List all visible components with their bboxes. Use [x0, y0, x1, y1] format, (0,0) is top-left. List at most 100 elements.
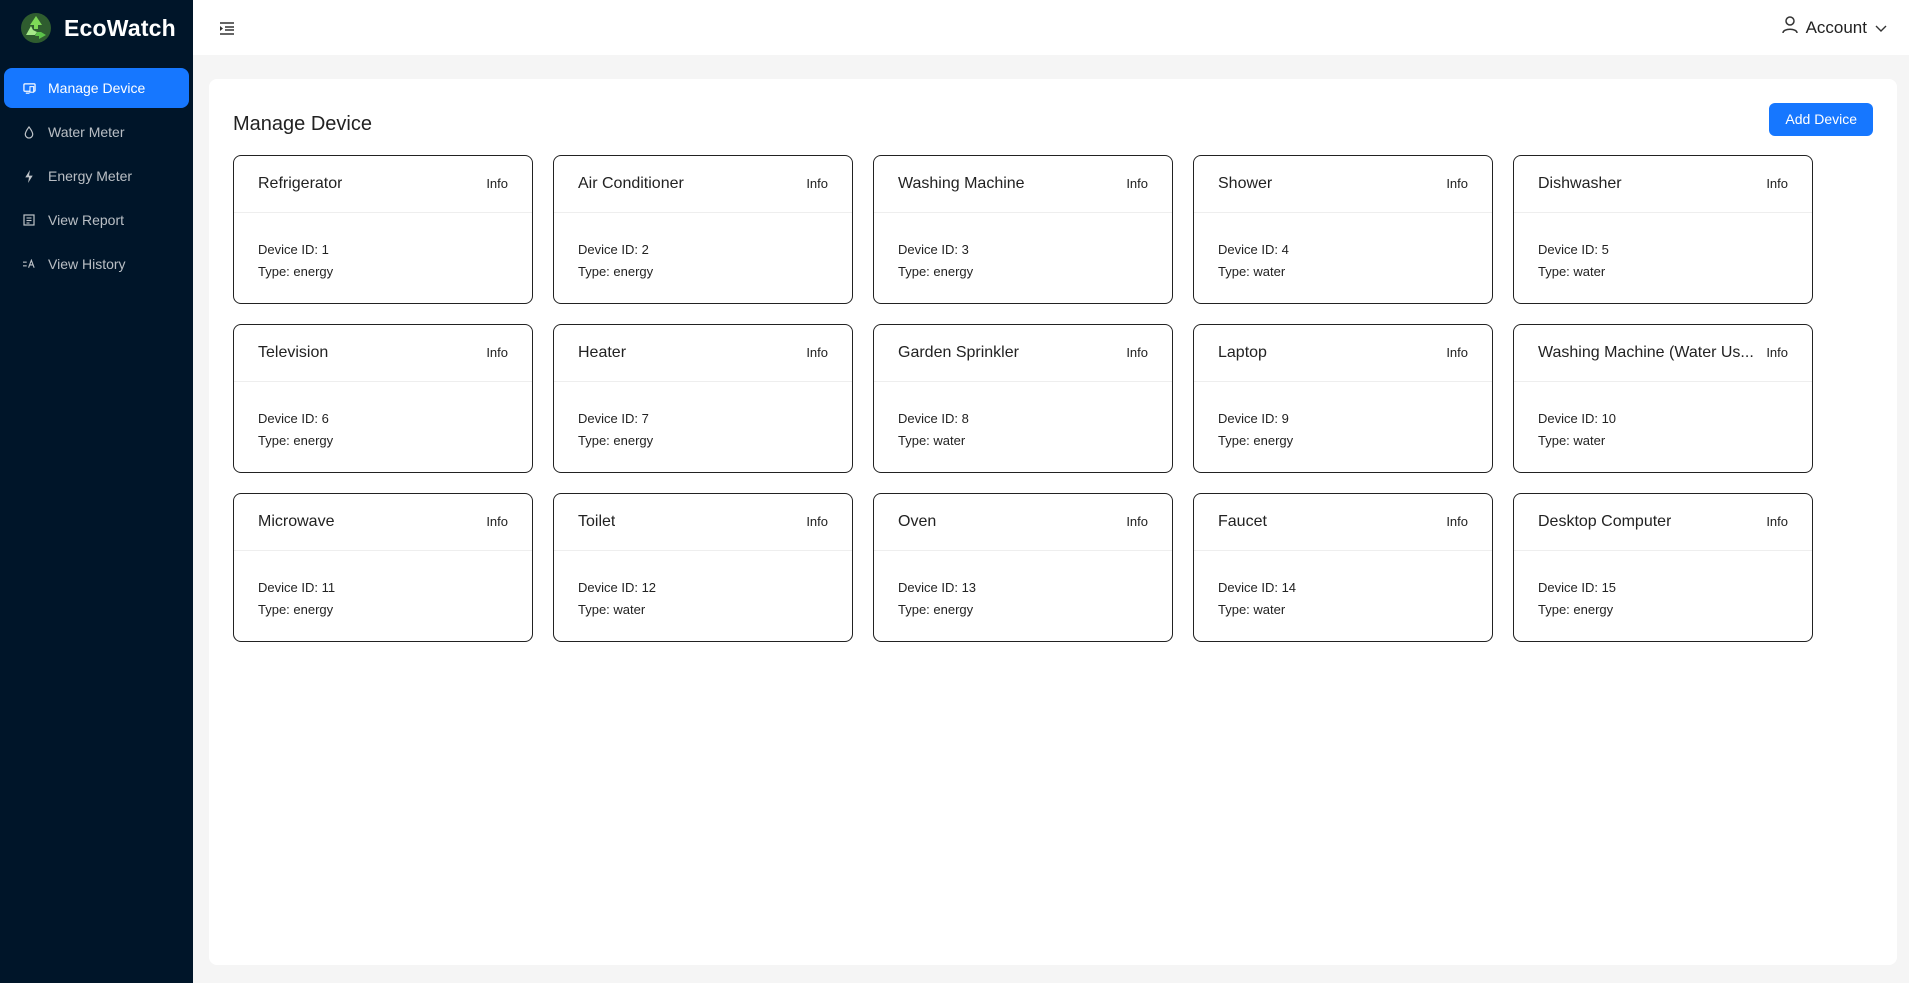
device-type: Type: energy: [898, 602, 974, 617]
card-header: Oven Info: [874, 494, 1172, 551]
device-type: Type: energy: [898, 264, 974, 279]
device-name: Washing Machine (Water Us...: [1538, 344, 1754, 361]
info-link[interactable]: Info: [486, 514, 508, 529]
sidebar-item-water-meter[interactable]: Water Meter: [4, 112, 189, 152]
device-id: Device ID: 13: [898, 580, 977, 595]
device-id: Device ID: 1: [258, 242, 329, 257]
brand[interactable]: EcoWatch: [0, 0, 193, 56]
device-card[interactable]: Microwave Info Device ID: 11 Type: energy: [233, 493, 533, 642]
water-drop-icon: [22, 125, 36, 139]
info-link[interactable]: Info: [1126, 176, 1148, 191]
card-header: Television Info: [234, 325, 532, 382]
device-card[interactable]: Washing Machine (Water Us... Info Device I…: [1513, 324, 1813, 473]
card-body: Device ID: 5 Type: water: [1514, 213, 1812, 283]
card-body: Device ID: 8 Type: water: [874, 382, 1172, 452]
card-body: Device ID: 1 Type: energy: [234, 213, 532, 283]
device-card[interactable]: Shower Info Device ID: 4 Type: water: [1193, 155, 1493, 304]
info-link[interactable]: Info: [1766, 514, 1788, 529]
device-name: Faucet: [1218, 513, 1267, 530]
add-device-button[interactable]: Add Device: [1769, 102, 1873, 136]
card-header: Air Conditioner Info: [554, 156, 852, 213]
menu-fold-icon[interactable]: [217, 18, 237, 38]
device-name: Air Conditioner: [578, 175, 684, 192]
card-body: Device ID: 7 Type: energy: [554, 382, 852, 452]
device-card[interactable]: Air Conditioner Info Device ID: 2 Type: ene…: [553, 155, 853, 304]
card-body: Device ID: 2 Type: energy: [554, 213, 852, 283]
card-body: Device ID: 4 Type: water: [1194, 213, 1492, 283]
sidebar-item-label: Energy Meter: [48, 168, 133, 184]
device-card[interactable]: Toilet Info Device ID: 12 Type: water: [553, 493, 853, 642]
page-title: Manage Device: [233, 112, 372, 135]
main-area: Account Manage Device Add Device Refrige…: [193, 0, 1909, 983]
device-id: Device ID: 14: [1218, 580, 1297, 595]
device-name: Dishwasher: [1538, 175, 1622, 192]
sidebar-item-view-history[interactable]: View History: [4, 244, 189, 284]
device-card[interactable]: Television Info Device ID: 6 Type: energy: [233, 324, 533, 473]
device-card[interactable]: Heater Info Device ID: 7 Type: energy: [553, 324, 853, 473]
info-link[interactable]: Info: [486, 345, 508, 360]
card-body: Device ID: 15 Type: energy: [1514, 551, 1812, 621]
card-body: Device ID: 6 Type: energy: [234, 382, 532, 452]
account-menu[interactable]: Account: [1781, 16, 1887, 39]
device-id: Device ID: 5: [1538, 242, 1609, 257]
device-card[interactable]: Oven Info Device ID: 13 Type: energy: [873, 493, 1173, 642]
device-type: Type: energy: [258, 433, 334, 448]
info-link[interactable]: Info: [1446, 176, 1468, 191]
device-id: Device ID: 10: [1538, 411, 1617, 426]
content-header: Manage Device Add Device: [233, 101, 1873, 137]
card-header: Refrigerator Info: [234, 156, 532, 213]
content-panel: Manage Device Add Device Refrigerator Inf…: [209, 79, 1897, 965]
device-id: Device ID: 4: [1218, 242, 1289, 257]
info-link[interactable]: Info: [1446, 345, 1468, 360]
device-id: Device ID: 6: [258, 411, 329, 426]
device-id: Device ID: 8: [898, 411, 969, 426]
device-type: Type: water: [1218, 264, 1286, 279]
card-body: Device ID: 12 Type: water: [554, 551, 852, 621]
device-name: Microwave: [258, 513, 335, 530]
sidebar-item-label: View Report: [48, 212, 125, 228]
info-link[interactable]: Info: [1126, 345, 1148, 360]
card-body: Device ID: 9 Type: energy: [1194, 382, 1492, 452]
device-card[interactable]: Desktop Computer Info Device ID: 15 Type: e…: [1513, 493, 1813, 642]
device-type: Type: energy: [1538, 602, 1614, 617]
device-card[interactable]: Laptop Info Device ID: 9 Type: energy: [1193, 324, 1493, 473]
device-card[interactable]: Refrigerator Info Device ID: 1 Type: energy: [233, 155, 533, 304]
device-card[interactable]: Garden Sprinkler Info Device ID: 8 Type: wa…: [873, 324, 1173, 473]
sidebar-menu: Manage Device Water Meter Energy Meter V…: [0, 68, 193, 288]
card-body: Device ID: 14 Type: water: [1194, 551, 1492, 621]
sidebar-item-manage-device[interactable]: Manage Device: [4, 68, 189, 108]
info-link[interactable]: Info: [1446, 514, 1468, 529]
info-link[interactable]: Info: [1126, 514, 1148, 529]
device-name: Television: [258, 344, 329, 361]
device-id: Device ID: 11: [258, 580, 336, 595]
info-link[interactable]: Info: [486, 176, 508, 191]
info-link[interactable]: Info: [806, 514, 828, 529]
card-header: Laptop Info: [1194, 325, 1492, 382]
content-wrapper: Manage Device Add Device Refrigerator Inf…: [193, 55, 1909, 983]
sidebar-item-view-report[interactable]: View Report: [4, 200, 189, 240]
device-id: Device ID: 15: [1538, 580, 1617, 595]
device-card[interactable]: Dishwasher Info Device ID: 5 Type: water: [1513, 155, 1813, 304]
recycle-logo-icon: [18, 10, 54, 46]
device-card[interactable]: Faucet Info Device ID: 14 Type: water: [1193, 493, 1493, 642]
sidebar-item-label: Manage Device: [48, 80, 146, 96]
card-body: Device ID: 13 Type: energy: [874, 551, 1172, 621]
user-icon: [1781, 16, 1798, 39]
device-card[interactable]: Washing Machine Info Device ID: 3 Type: ene…: [873, 155, 1173, 304]
device-id: Device ID: 9: [1218, 411, 1289, 426]
device-name: Oven: [898, 513, 937, 530]
info-link[interactable]: Info: [1766, 176, 1788, 191]
device-id: Device ID: 7: [578, 411, 649, 426]
device-grid: Refrigerator Info Device ID: 1 Type: energy…: [233, 155, 1873, 642]
info-link[interactable]: Info: [806, 176, 828, 191]
info-link[interactable]: Info: [806, 345, 828, 360]
card-header: Garden Sprinkler Info: [874, 325, 1172, 382]
device-type: Type: water: [1538, 433, 1606, 448]
card-header: Desktop Computer Info: [1514, 494, 1812, 551]
sidebar-item-energy-meter[interactable]: Energy Meter: [4, 156, 189, 196]
card-header: Dishwasher Info: [1514, 156, 1812, 213]
device-name: Heater: [578, 344, 627, 361]
card-body: Device ID: 11 Type: energy: [234, 551, 532, 621]
card-body: Device ID: 10 Type: water: [1514, 382, 1812, 452]
info-link[interactable]: Info: [1766, 345, 1788, 360]
